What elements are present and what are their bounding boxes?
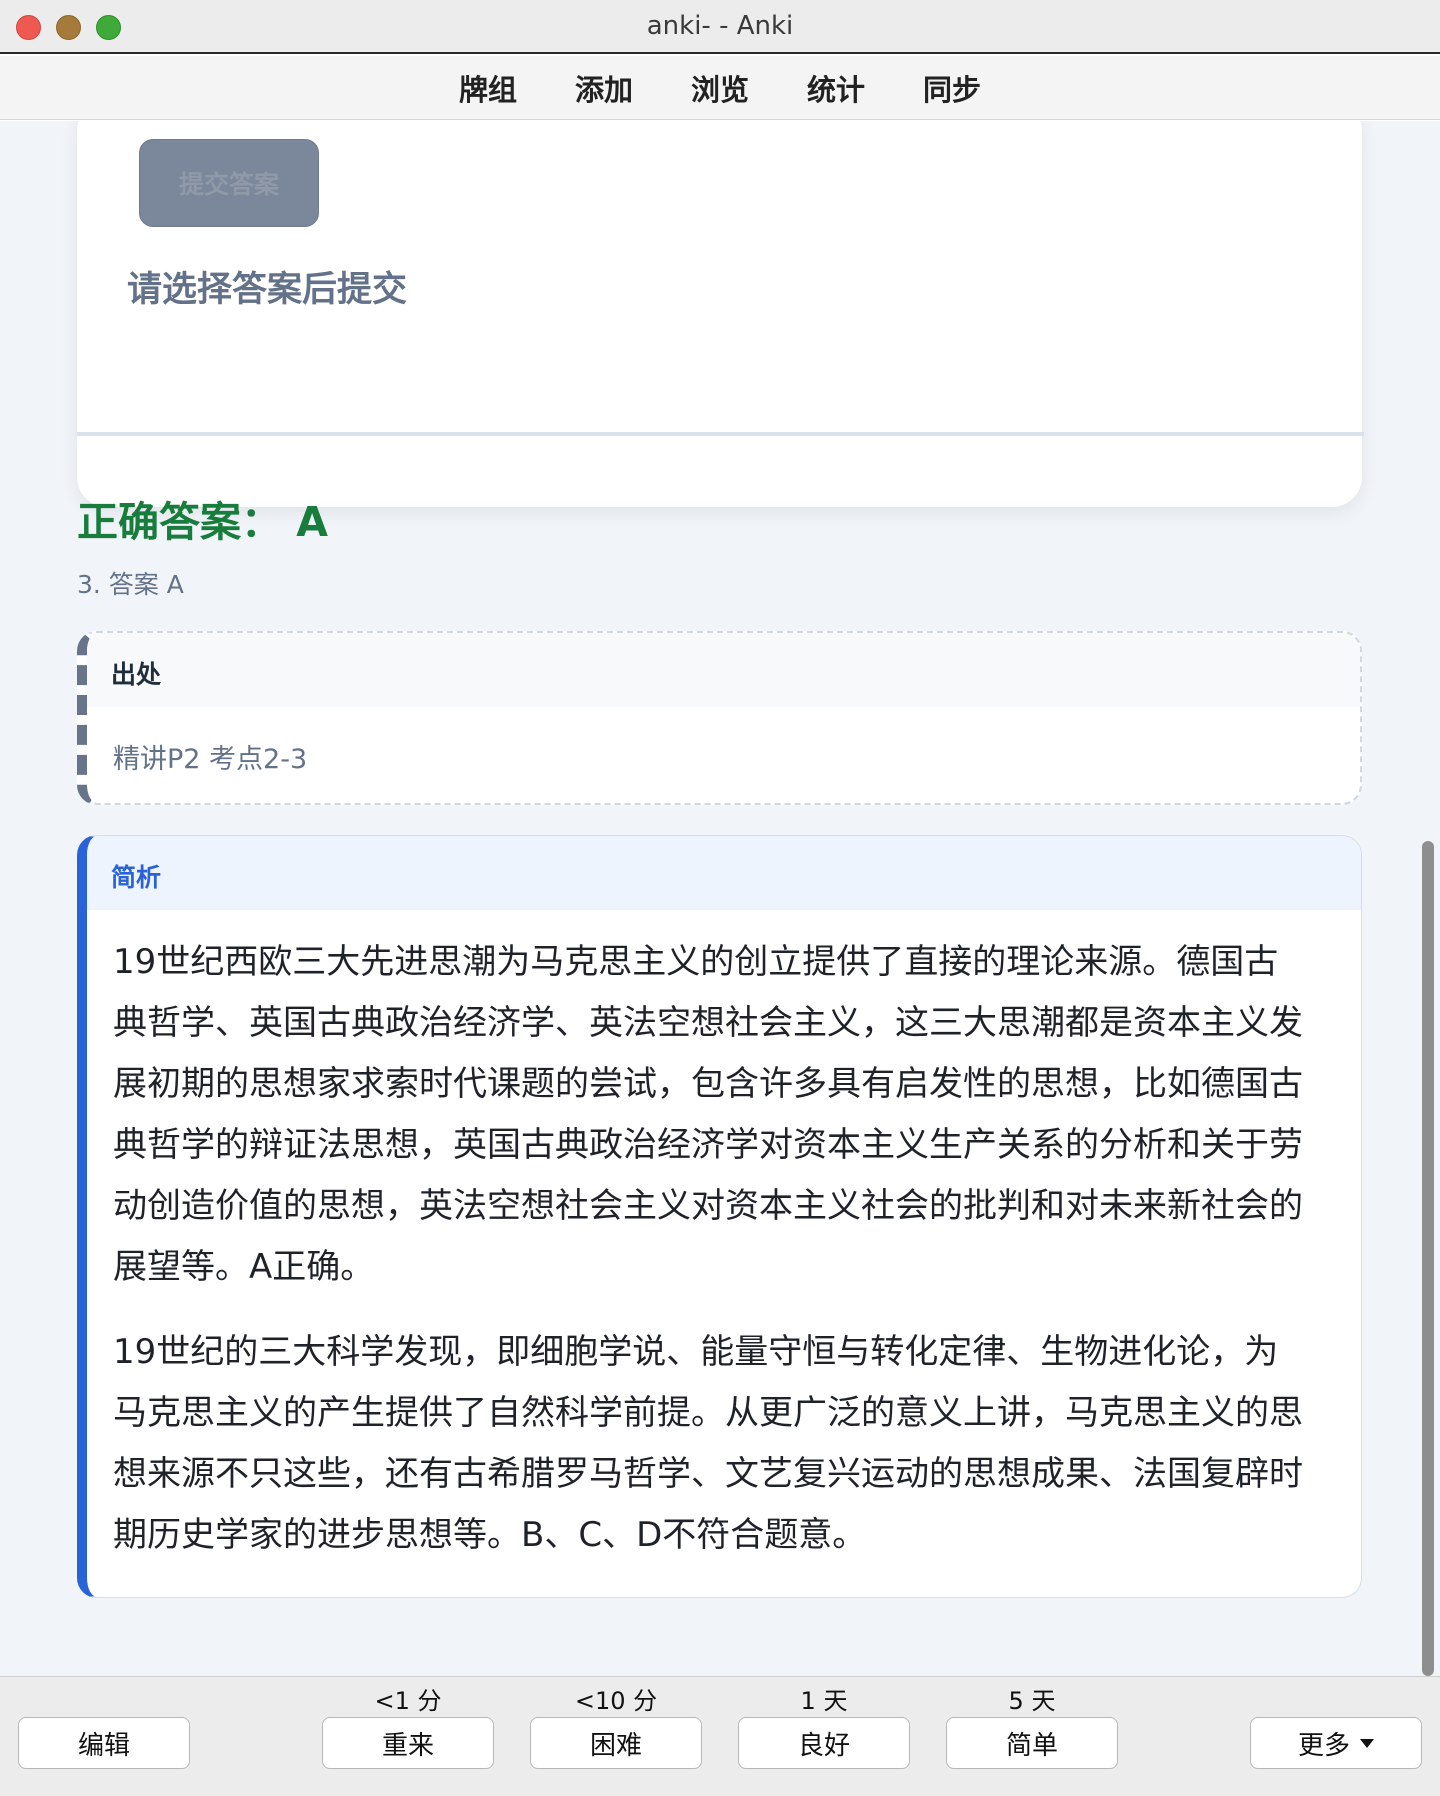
more-button[interactable]: 更多 <box>1250 1717 1422 1769</box>
window-title: anki- - Anki <box>646 11 794 41</box>
easy-interval: 5 天 <box>1008 1687 1056 1715</box>
source-panel: 出处 精讲P2 考点2-3 <box>77 631 1362 805</box>
answer-bar: 编辑 <1 分 重来 <10 分 困难 1 天 良好 5 天 简单 更多 <box>0 1676 1440 1796</box>
again-button[interactable]: 重来 <box>322 1717 494 1769</box>
analysis-panel: 简析 19世纪西欧三大先进思潮为马克思主义的创立提供了直接的理论来源。德国古典哲… <box>77 835 1362 1598</box>
vertical-scrollbar[interactable] <box>1422 841 1434 1676</box>
analysis-paragraph: 19世纪西欧三大先进思潮为马克思主义的创立提供了直接的理论来源。德国古典哲学、英… <box>113 942 1303 1287</box>
correct-option-text: 3. 答案 A <box>77 570 184 599</box>
edit-button[interactable]: 编辑 <box>18 1717 190 1769</box>
source-text: 精讲P2 考点2-3 <box>113 744 308 775</box>
review-content: 提交答案 请选择答案后提交 正确答案： A 3. 答案 A 出处 精讲P2 考点… <box>0 121 1440 1676</box>
more-button-label: 更多 <box>1297 1730 1350 1761</box>
submit-hint: 请选择答案后提交 <box>127 270 408 310</box>
toolbar-browse[interactable]: 浏览 <box>662 67 778 109</box>
good-button[interactable]: 良好 <box>738 1717 910 1769</box>
caret-down-icon <box>1360 1738 1374 1748</box>
analysis-body: 19世纪西欧三大先进思潮为马克思主义的创立提供了直接的理论来源。德国古典哲学、英… <box>87 910 1361 1566</box>
toolbar-sync[interactable]: 同步 <box>894 67 1010 109</box>
question-card: 提交答案 请选择答案后提交 <box>77 121 1362 507</box>
hard-button[interactable]: 困难 <box>530 1717 702 1769</box>
easy-button[interactable]: 简单 <box>946 1717 1118 1769</box>
hard-interval: <10 分 <box>574 1687 658 1715</box>
submit-answer-button[interactable]: 提交答案 <box>139 139 319 227</box>
again-interval: <1 分 <box>374 1687 442 1715</box>
toolbar-stats[interactable]: 统计 <box>778 67 894 109</box>
toolbar-add[interactable]: 添加 <box>546 67 662 109</box>
analysis-heading: 简析 <box>87 836 1361 910</box>
correct-answer-heading: 正确答案： A <box>77 498 329 546</box>
main-toolbar: 牌组 添加 浏览 统计 同步 <box>0 56 1440 120</box>
analysis-paragraph: 19世纪的三大科学发现，即细胞学说、能量守恒与转化定律、生物进化论，为马克思主义… <box>113 1332 1303 1555</box>
source-heading: 出处 <box>87 633 1360 707</box>
good-interval: 1 天 <box>800 1687 848 1715</box>
toolbar-decks[interactable]: 牌组 <box>430 67 546 109</box>
title-bar: anki- - Anki <box>0 0 1440 54</box>
answer-divider <box>77 432 1364 436</box>
